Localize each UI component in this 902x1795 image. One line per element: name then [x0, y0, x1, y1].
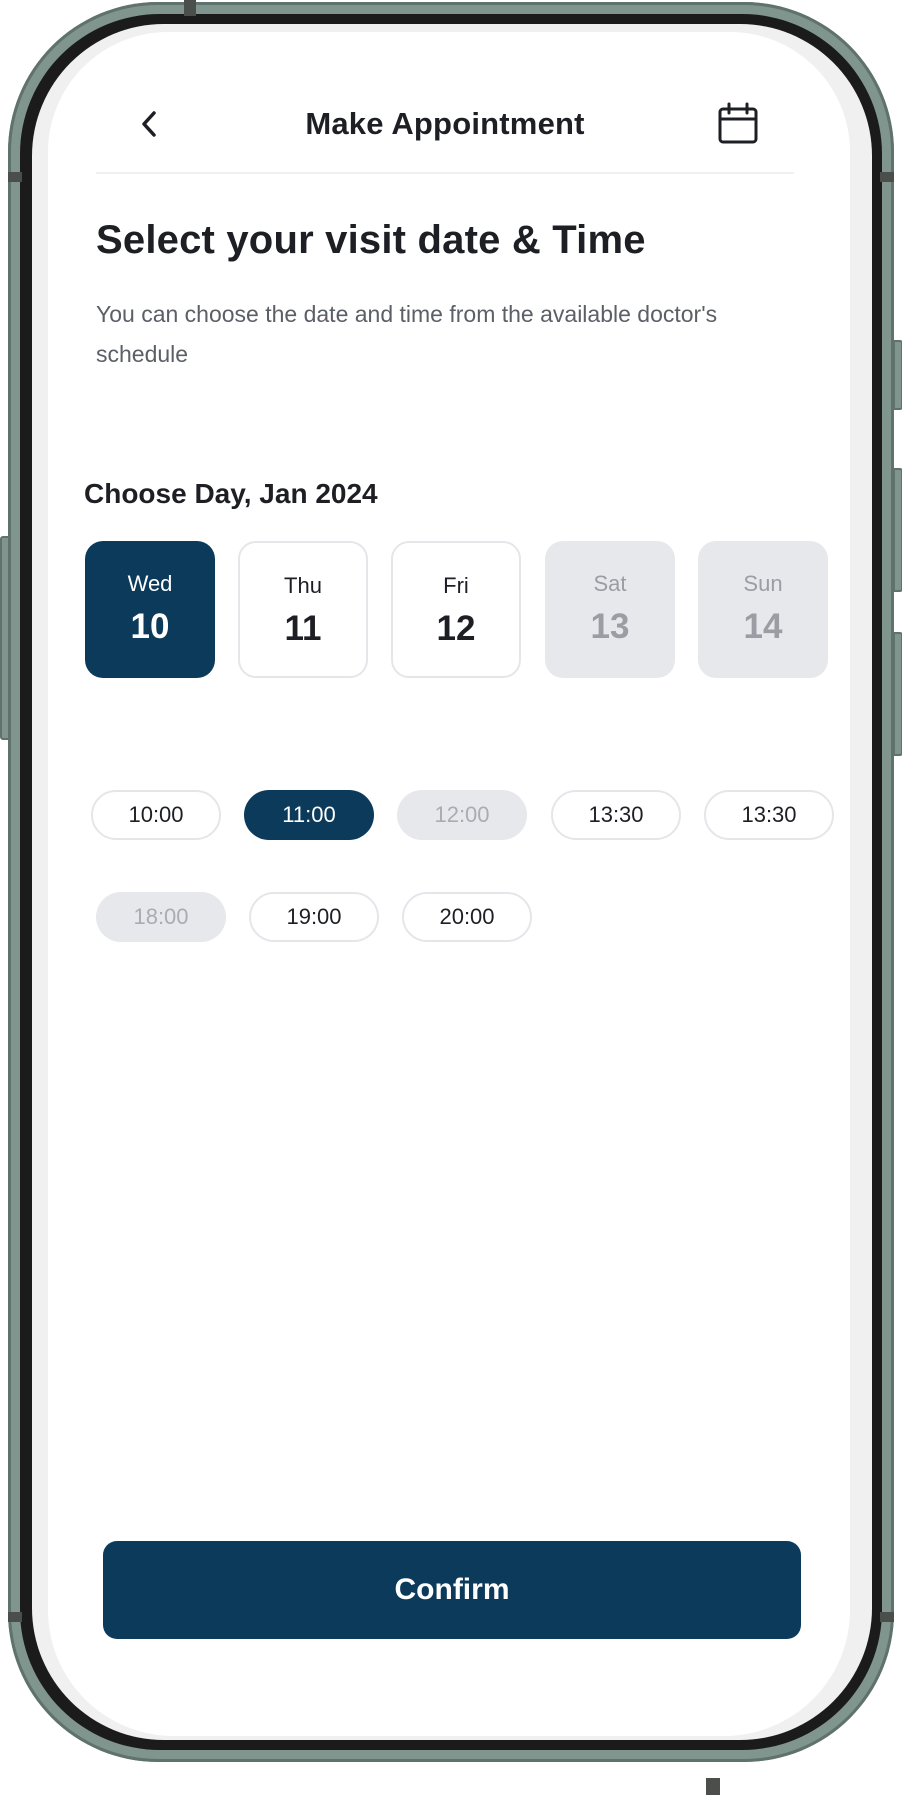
time-slot[interactable]: 12:00	[397, 790, 527, 840]
side-button-right-2	[893, 468, 902, 592]
day-card-thu[interactable]: Thu 11	[238, 541, 368, 678]
time-slot[interactable]: 10:00	[91, 790, 221, 840]
time-slot[interactable]: 13:30	[704, 790, 834, 840]
day-number: 11	[284, 609, 322, 648]
day-name: Thu	[284, 573, 322, 598]
page-title: Make Appointment	[305, 106, 585, 141]
confirm-button[interactable]: Confirm	[103, 1541, 801, 1639]
right-antenna-mark-bottom	[880, 1612, 894, 1622]
volume-button-left	[0, 536, 10, 740]
day-number: 10	[130, 607, 170, 646]
header-divider	[96, 172, 794, 174]
time-slot[interactable]: 11:00	[244, 790, 374, 840]
day-number: 13	[590, 607, 630, 646]
day-name: Sun	[743, 571, 783, 596]
time-slot[interactable]: 20:00	[402, 892, 532, 942]
side-button-right-3	[893, 632, 902, 756]
day-number: 14	[743, 607, 783, 646]
day-name: Sat	[593, 571, 627, 596]
day-card-wed[interactable]: Wed 10	[85, 541, 215, 678]
day-name: Wed	[127, 571, 173, 596]
choose-day-label: Choose Day, Jan 2024	[84, 478, 378, 509]
chevron-left-icon	[142, 111, 156, 137]
bottom-mark	[706, 1778, 720, 1795]
calendar-icon	[718, 102, 758, 144]
time-slot[interactable]: 13:30	[551, 790, 681, 840]
section-description: You can choose the date and time from th…	[96, 301, 718, 367]
day-card-fri[interactable]: Fri 12	[391, 541, 521, 678]
calendar-button[interactable]	[716, 102, 760, 146]
left-antenna-mark-bottom	[8, 1612, 22, 1622]
top-antenna-mark	[184, 0, 196, 16]
right-antenna-mark	[880, 172, 894, 182]
day-name: Fri	[443, 573, 469, 598]
day-card-sun[interactable]: Sun 14	[698, 541, 828, 678]
screen	[48, 32, 850, 1736]
day-card-sat[interactable]: Sat 13	[545, 541, 675, 678]
side-button-right-1	[893, 340, 902, 410]
back-button[interactable]	[134, 104, 164, 144]
day-number: 12	[436, 609, 476, 648]
section-heading: Select your visit date & Time	[96, 218, 646, 262]
time-slot[interactable]: 18:00	[96, 892, 226, 942]
left-antenna-mark	[8, 172, 22, 182]
time-slot[interactable]: 19:00	[249, 892, 379, 942]
